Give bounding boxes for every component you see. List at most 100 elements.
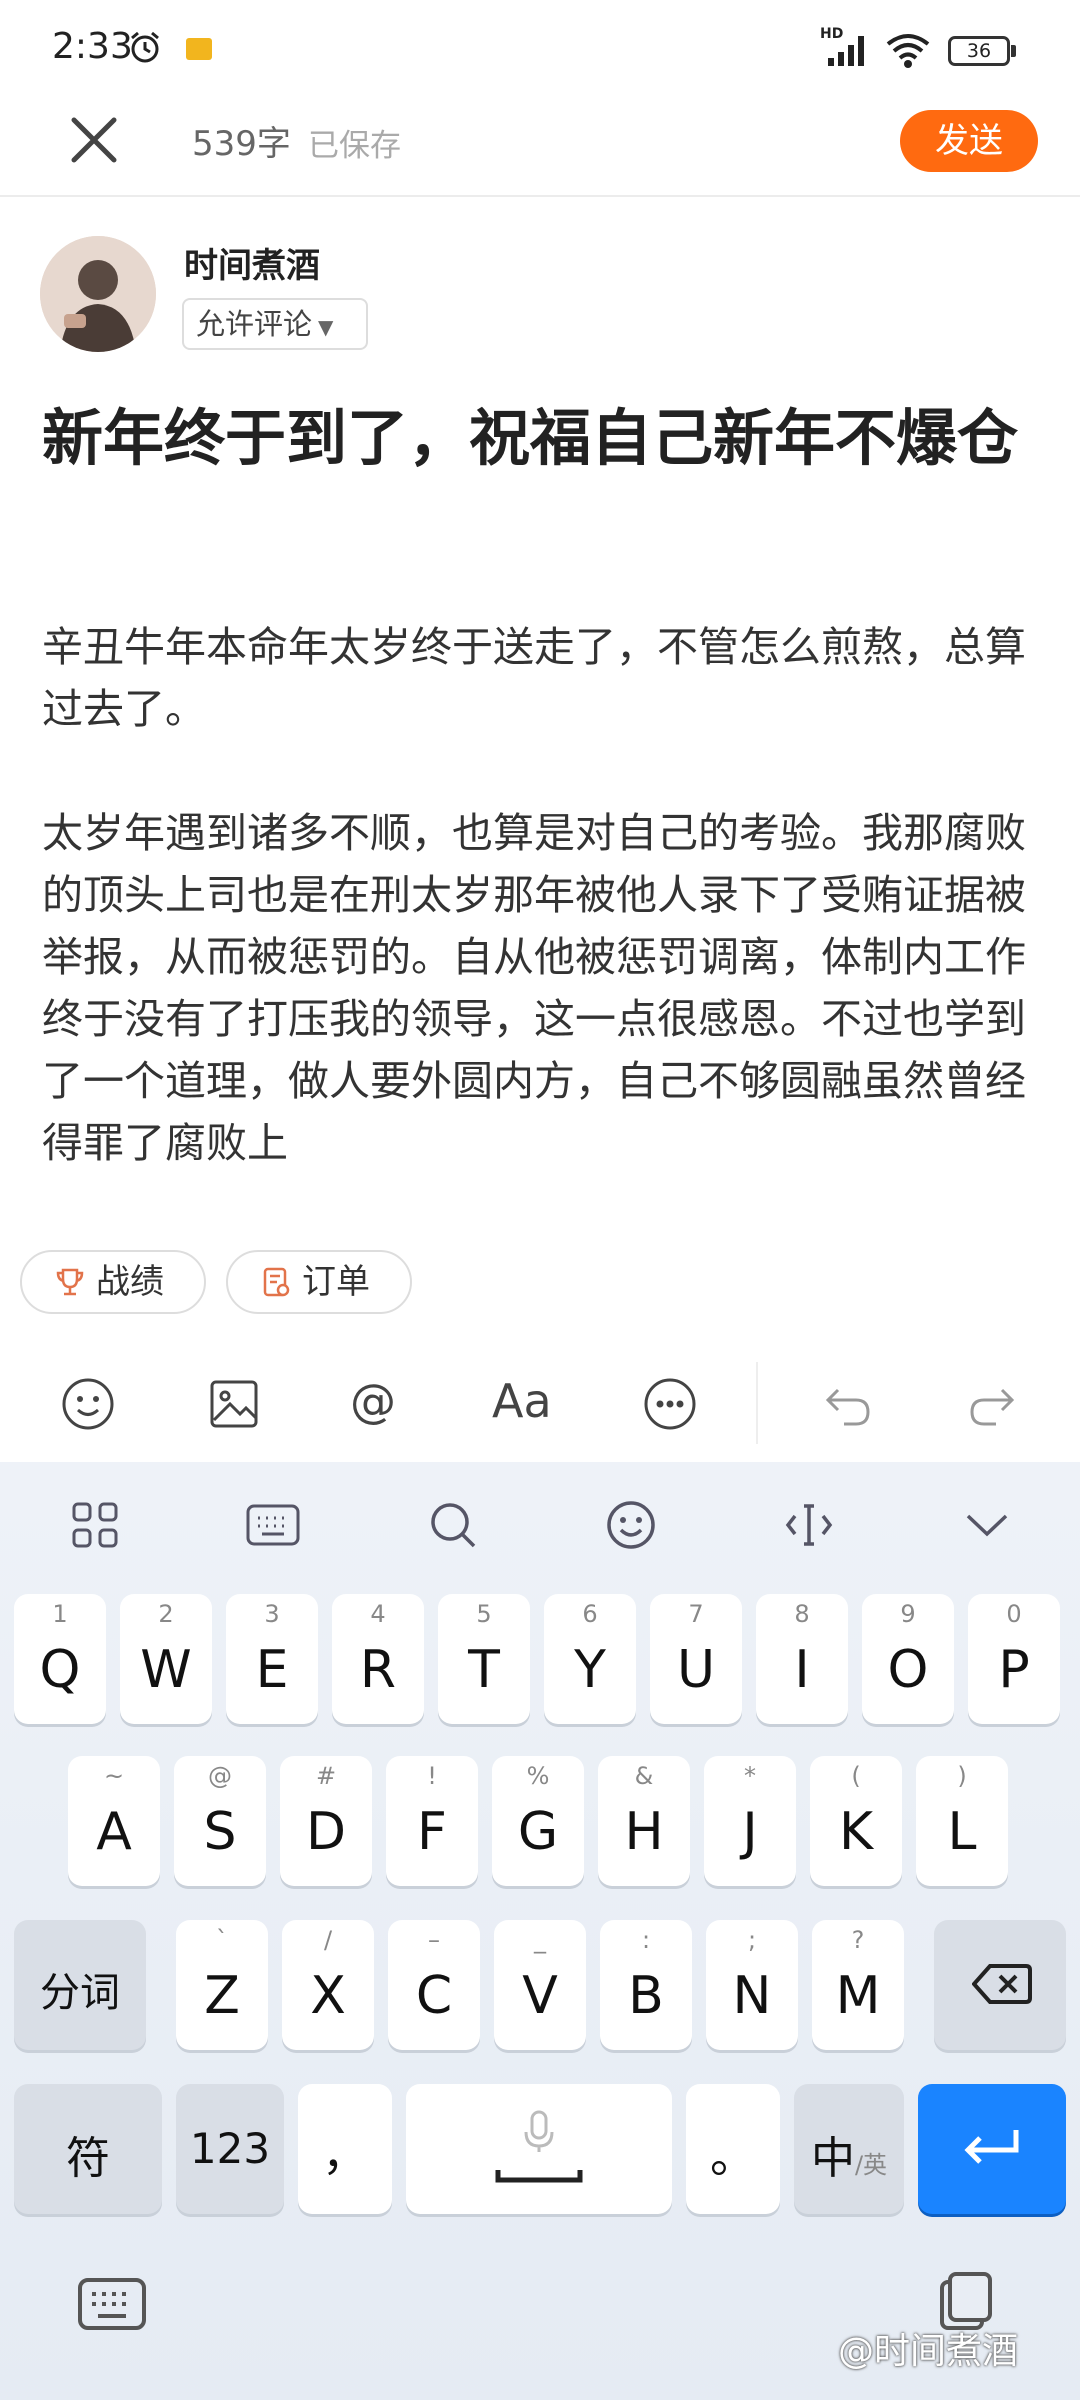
key-z[interactable]: ` Z <box>176 1920 268 2050</box>
key-secondary-label: 7 <box>688 1600 704 1628</box>
cursor-move-icon[interactable] <box>780 1496 838 1554</box>
symbol-key[interactable]: 符 <box>14 2084 162 2214</box>
notification-icon <box>186 38 212 60</box>
key-e[interactable]: 3E <box>226 1594 318 1724</box>
key-r[interactable]: 4R <box>332 1594 424 1724</box>
article-body-viewport[interactable]: 辛丑牛年本命年太岁终于送走了，不管怎么煎熬，总算过去了。 太岁年遇到诸多不顺，也… <box>0 600 1080 1222</box>
key-p[interactable]: 0P <box>968 1594 1060 1724</box>
key-label: Q <box>39 1640 81 1700</box>
article-title[interactable]: 新年终于到了，祝福自己新年不爆仓 <box>42 398 1042 480</box>
order-chip[interactable]: 订单 <box>226 1250 412 1314</box>
search-icon[interactable] <box>424 1496 482 1554</box>
redo-icon[interactable] <box>960 1372 1024 1436</box>
key-h[interactable]: & H <box>598 1756 690 1886</box>
key-secondary-label: _ <box>534 1926 546 1954</box>
paragraph: 太岁年遇到诸多不顺，也算是对自己的考验。我那腐败的顶头上司也是在刑太岁那年被他人… <box>42 809 1026 1167</box>
avatar[interactable] <box>40 236 156 352</box>
send-button[interactable]: 发送 <box>900 110 1038 172</box>
key-label: Y <box>574 1640 606 1700</box>
mention-icon[interactable]: @ <box>350 1374 396 1428</box>
score-chip-label: 战绩 <box>96 1262 164 1302</box>
key-label: P <box>998 1640 1030 1700</box>
key-label: D <box>305 1802 347 1862</box>
key-label: Z <box>204 1966 240 2026</box>
avatar-image <box>40 236 156 352</box>
key-c[interactable]: – C <box>388 1920 480 2050</box>
key-w[interactable]: 2W <box>120 1594 212 1724</box>
key-q[interactable]: 1Q <box>14 1594 106 1724</box>
key-b[interactable]: :B <box>600 1920 692 2050</box>
image-icon[interactable] <box>202 1372 266 1436</box>
key-m[interactable]: ? M <box>812 1920 904 2050</box>
close-icon[interactable] <box>62 108 126 172</box>
key-label: U <box>676 1640 716 1700</box>
key-secondary-label: 6 <box>582 1600 598 1628</box>
key-o[interactable]: 9O <box>862 1594 954 1724</box>
key-label: I <box>794 1640 810 1700</box>
segment-key[interactable]: 分词 <box>14 1920 146 2050</box>
apps-grid-icon[interactable] <box>66 1496 124 1554</box>
alarm-icon <box>131 31 159 63</box>
status-bar: 2:33 HD 36 <box>0 0 1080 100</box>
key-secondary-label: & <box>634 1762 654 1790</box>
key-label: F <box>417 1802 447 1862</box>
key-label: E <box>255 1640 289 1700</box>
key-label: M <box>835 1966 881 2026</box>
key-u[interactable]: 7U <box>650 1594 742 1724</box>
wifi-icon <box>886 34 930 68</box>
key-secondary-label: : <box>641 1926 651 1954</box>
undo-icon[interactable] <box>816 1372 880 1436</box>
keyboard-layout-icon[interactable] <box>244 1496 302 1554</box>
key-label: G <box>517 1802 559 1862</box>
key-n[interactable]: ; N <box>706 1920 798 2050</box>
key-k[interactable]: (K <box>810 1756 902 1886</box>
language-switch-key[interactable]: 中/英 <box>794 2084 904 2214</box>
emoji-keyboard-icon[interactable] <box>602 1496 660 1554</box>
enter-key[interactable] <box>918 2084 1066 2214</box>
key-d[interactable]: # D <box>280 1756 372 1886</box>
key-secondary-label: 4 <box>370 1600 386 1628</box>
chevron-down-icon[interactable] <box>958 1496 1016 1554</box>
more-icon[interactable] <box>638 1372 702 1436</box>
article-body[interactable]: 辛丑牛年本命年太岁终于送走了，不管怎么煎熬，总算过去了。 太岁年遇到诸多不顺，也… <box>42 616 1042 1174</box>
comma-key[interactable]: ， <box>298 2084 392 2214</box>
key-l[interactable]: ) L <box>916 1756 1008 1886</box>
keyboard-hide-icon[interactable] <box>76 2276 148 2332</box>
microphone-icon <box>495 2110 583 2183</box>
key-y[interactable]: 6Y <box>544 1594 636 1724</box>
key-secondary-label: # <box>315 1762 337 1790</box>
text-format-icon[interactable]: Aa <box>492 1374 552 1428</box>
comment-setting-dropdown[interactable]: 允许评论 ▼ <box>182 298 368 350</box>
key-secondary-label: % <box>526 1762 550 1790</box>
key-f[interactable]: ! F <box>386 1756 478 1886</box>
key-i[interactable]: 8I <box>756 1594 848 1724</box>
key-g[interactable]: % G <box>492 1756 584 1886</box>
space-key[interactable] <box>406 2084 672 2214</box>
score-chip[interactable]: 战绩 <box>20 1250 206 1314</box>
key-s[interactable]: @ S <box>174 1756 266 1886</box>
period-key[interactable]: 。 <box>686 2084 780 2214</box>
lang-main: 中 <box>810 2133 855 2184</box>
key-t[interactable]: 5T <box>438 1594 530 1724</box>
key-label: K <box>838 1802 874 1862</box>
author-name[interactable]: 时间煮酒 <box>184 238 320 287</box>
emoji-icon[interactable] <box>56 1372 120 1436</box>
signal-icon <box>828 36 864 66</box>
header-divider <box>0 195 1080 197</box>
key-secondary-label: 9 <box>900 1600 916 1628</box>
key-j[interactable]: * J <box>704 1756 796 1886</box>
backspace-key[interactable] <box>934 1920 1066 2050</box>
key-a[interactable]: ~ A <box>68 1756 160 1886</box>
key-secondary-label: 8 <box>794 1600 810 1628</box>
comma-key-label: ， <box>322 2127 368 2181</box>
language-switch-label: 中/英 <box>794 2122 904 2186</box>
key-x[interactable]: / X <box>282 1920 374 2050</box>
status-time: 2:33 <box>52 26 133 67</box>
key-secondary-label: 0 <box>1006 1600 1022 1628</box>
number-key[interactable]: 123 <box>176 2084 284 2214</box>
key-v[interactable]: _ V <box>494 1920 586 2050</box>
backspace-icon <box>972 1964 1032 2004</box>
key-label: R <box>359 1640 397 1700</box>
battery-icon: 36 <box>948 36 1010 66</box>
key-label: A <box>96 1802 132 1862</box>
